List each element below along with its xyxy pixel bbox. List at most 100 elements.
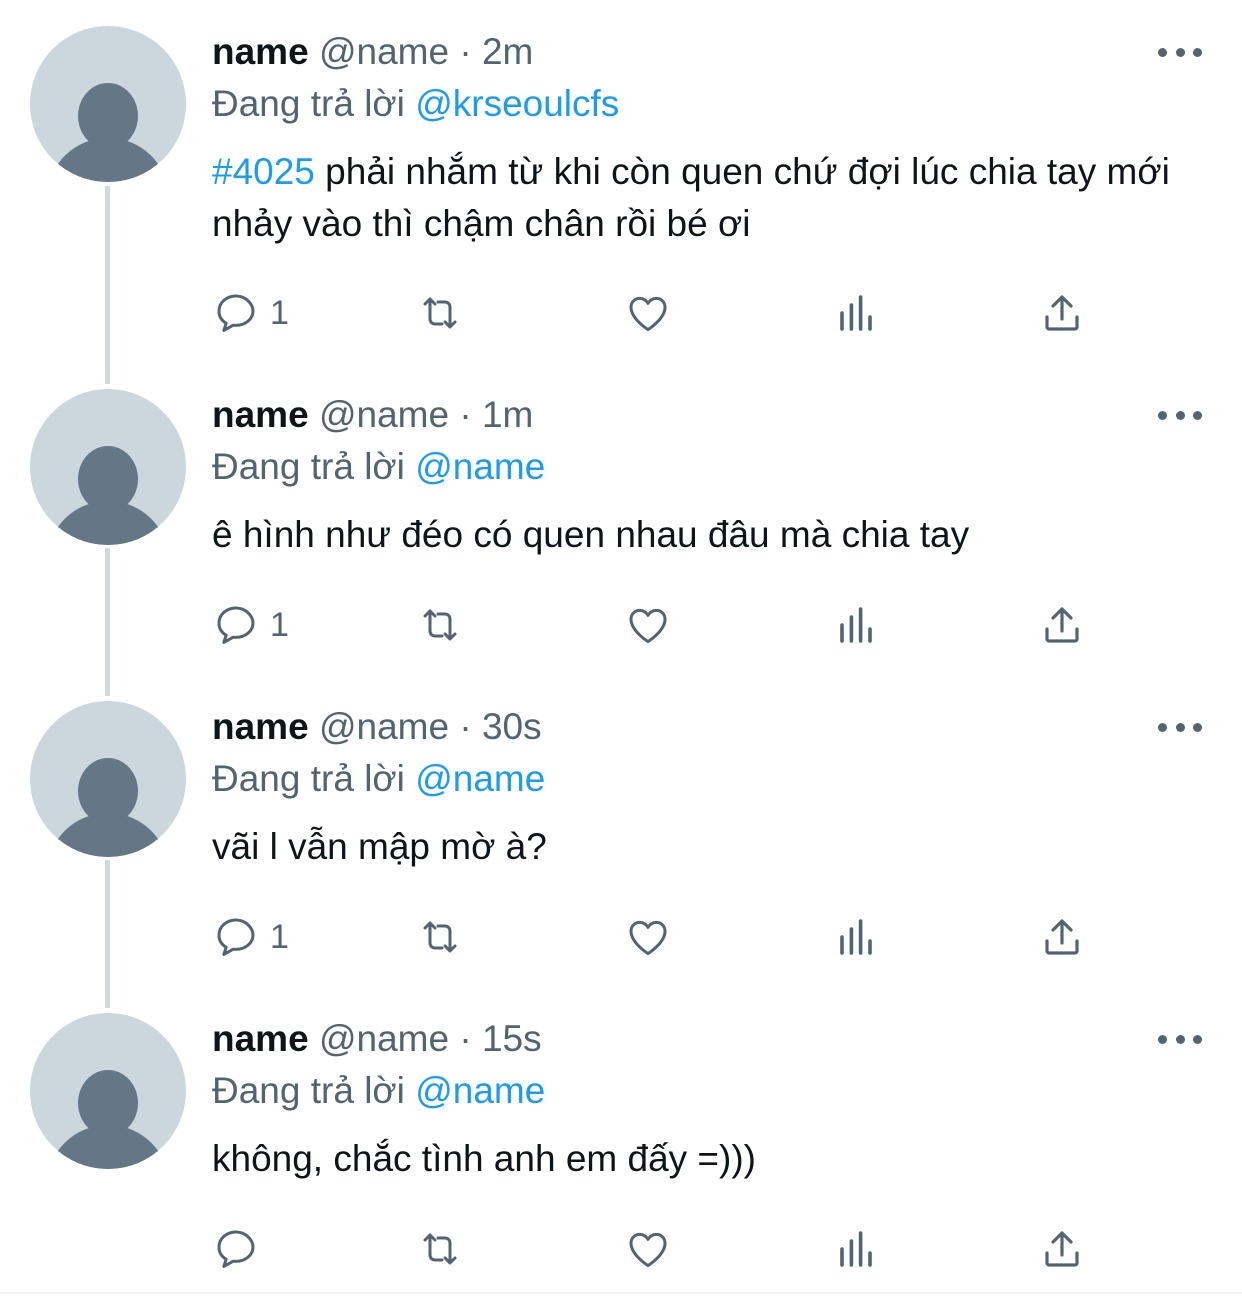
analytics-button[interactable]	[832, 912, 880, 962]
replying-to: Đang trả lời @name	[212, 757, 545, 801]
timestamp[interactable]: 15s	[482, 1018, 542, 1059]
like-icon	[629, 608, 667, 644]
replying-prefix: Đang trả lời	[212, 83, 405, 124]
separator-dot: ·	[459, 706, 472, 747]
default-avatar-icon	[49, 446, 167, 545]
timestamp[interactable]: 2m	[482, 31, 533, 72]
like-button[interactable]	[624, 288, 672, 338]
retweet-button[interactable]	[416, 288, 464, 338]
separator-dot: ·	[459, 394, 472, 435]
user-handle[interactable]: @name	[319, 31, 449, 72]
separator-dot: ·	[459, 1018, 472, 1059]
analytics-button[interactable]	[832, 600, 880, 650]
reply-count: 1	[270, 293, 289, 332]
reply-icon	[217, 1230, 255, 1268]
more-options-icon[interactable]	[1158, 44, 1202, 60]
tweet-header: name @name · 2m	[212, 30, 533, 74]
analytics-button[interactable]	[832, 288, 880, 338]
default-avatar-icon	[49, 758, 167, 857]
like-button[interactable]	[624, 1224, 672, 1274]
reply-button[interactable]: 1	[212, 600, 289, 650]
tweet-header: name @name · 15s	[212, 1017, 542, 1061]
share-button[interactable]	[1038, 912, 1086, 962]
reply-icon	[217, 294, 255, 332]
retweet-icon	[423, 921, 457, 953]
replying-to: Đang trả lời @name	[212, 1069, 545, 1113]
default-avatar-icon	[49, 83, 167, 182]
retweet-icon	[423, 297, 457, 329]
tweet-thread: name @name · 2m Đang trả lời @krseoulcfs…	[0, 0, 1242, 1298]
retweet-button[interactable]	[416, 912, 464, 962]
analytics-button[interactable]	[832, 1224, 880, 1274]
more-options-icon[interactable]	[1158, 1031, 1202, 1047]
retweet-button[interactable]	[416, 1224, 464, 1274]
tweet-text: ê hình như đéo có quen nhau đâu mà chia …	[212, 514, 970, 555]
replying-prefix: Đang trả lời	[212, 1070, 405, 1111]
tweet-actions: 1	[212, 600, 1212, 650]
display-name[interactable]: name	[212, 1018, 309, 1059]
display-name[interactable]: name	[212, 394, 309, 435]
timestamp[interactable]: 30s	[482, 706, 542, 747]
divider	[0, 1292, 1242, 1294]
tweet-actions	[212, 1224, 1212, 1274]
user-handle[interactable]: @name	[319, 1018, 449, 1059]
reply-button[interactable]: 1	[212, 288, 289, 338]
timestamp[interactable]: 1m	[482, 394, 533, 435]
like-icon	[629, 1232, 667, 1268]
replying-mention[interactable]: @name	[415, 758, 545, 799]
stats-icon	[840, 1231, 872, 1267]
tweet[interactable]: name @name · 15s Đang trả lời @name khôn…	[0, 987, 1242, 1287]
tweet[interactable]: name @name · 1m Đang trả lời @name ê hìn…	[0, 363, 1242, 683]
tweet[interactable]: name @name · 2m Đang trả lời @krseoulcfs…	[0, 0, 1242, 360]
like-button[interactable]	[624, 600, 672, 650]
reply-button[interactable]	[212, 1224, 270, 1274]
retweet-button[interactable]	[416, 600, 464, 650]
tweet-actions: 1	[212, 288, 1212, 338]
share-button[interactable]	[1038, 1224, 1086, 1274]
retweet-icon	[423, 609, 457, 641]
tweet-text: vãi l vẫn mập mờ à?	[212, 826, 547, 867]
like-button[interactable]	[624, 912, 672, 962]
share-button[interactable]	[1038, 288, 1086, 338]
replying-mention[interactable]: @krseoulcfs	[415, 83, 619, 124]
display-name[interactable]: name	[212, 31, 309, 72]
share-icon	[1045, 919, 1079, 955]
stats-icon	[840, 607, 872, 643]
separator-dot: ·	[459, 31, 472, 72]
tweet-header: name @name · 1m	[212, 393, 533, 437]
retweet-icon	[423, 1233, 457, 1265]
avatar[interactable]	[30, 1013, 186, 1169]
avatar[interactable]	[30, 701, 186, 857]
hashtag-link[interactable]: #4025	[212, 151, 315, 192]
like-icon	[629, 296, 667, 332]
more-options-icon[interactable]	[1158, 719, 1202, 735]
replying-to: Đang trả lời @krseoulcfs	[212, 82, 619, 126]
reply-count: 1	[270, 917, 289, 956]
user-handle[interactable]: @name	[319, 394, 449, 435]
stats-icon	[840, 295, 872, 331]
avatar[interactable]	[30, 389, 186, 545]
replying-mention[interactable]: @name	[415, 446, 545, 487]
tweet-header: name @name · 30s	[212, 705, 542, 749]
display-name[interactable]: name	[212, 706, 309, 747]
more-options-icon[interactable]	[1158, 407, 1202, 423]
tweet[interactable]: name @name · 30s Đang trả lời @name vãi …	[0, 675, 1242, 995]
share-button[interactable]	[1038, 600, 1086, 650]
reply-icon	[217, 606, 255, 644]
tweet-text: #4025 phải nhắm từ khi còn quen chứ đợi …	[212, 146, 1212, 250]
tweet-actions: 1	[212, 912, 1212, 962]
share-icon	[1045, 607, 1079, 643]
reply-button[interactable]: 1	[212, 912, 289, 962]
replying-mention[interactable]: @name	[415, 1070, 545, 1111]
replying-prefix: Đang trả lời	[212, 446, 405, 487]
replying-prefix: Đang trả lời	[212, 758, 405, 799]
avatar[interactable]	[30, 26, 186, 182]
reply-count: 1	[270, 605, 289, 644]
default-avatar-icon	[49, 1070, 167, 1169]
tweet-text-content: phải nhắm từ khi còn quen chứ đợi lúc ch…	[212, 151, 1170, 244]
share-icon	[1045, 295, 1079, 331]
replying-to: Đang trả lời @name	[212, 445, 545, 489]
stats-icon	[840, 919, 872, 955]
like-icon	[629, 920, 667, 956]
user-handle[interactable]: @name	[319, 706, 449, 747]
